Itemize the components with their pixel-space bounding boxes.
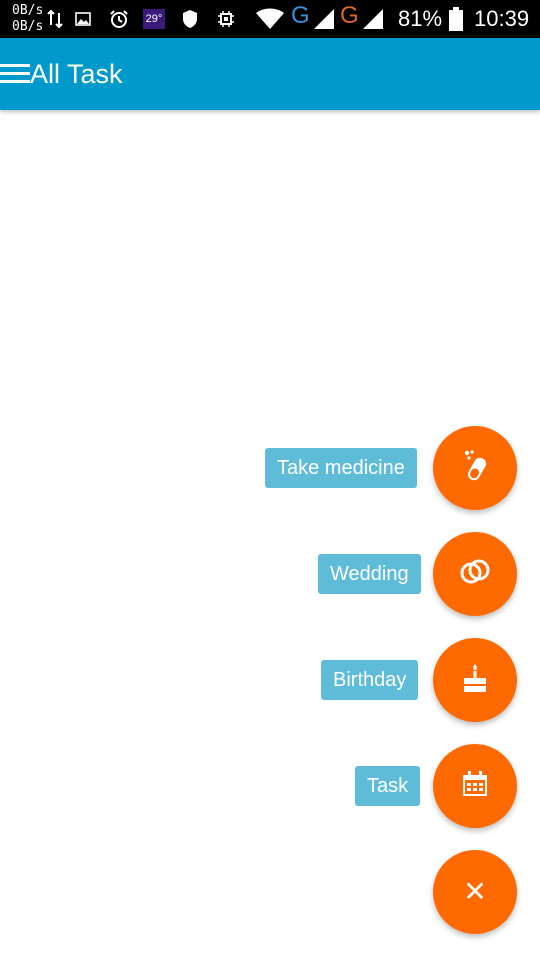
weather-icon: 29° <box>143 9 165 29</box>
task-label[interactable]: Task <box>355 766 421 806</box>
wifi-icon <box>254 7 286 31</box>
clock: 10:39 <box>474 6 530 31</box>
download-speed: 0B/s <box>12 19 44 34</box>
signal-icon <box>312 7 336 31</box>
take-medicine-button[interactable] <box>433 426 517 510</box>
wedding-button[interactable] <box>433 532 517 616</box>
calendar-icon <box>461 770 489 803</box>
network-speed: 0B/s 0B/s <box>12 3 43 35</box>
wedding-label[interactable]: Wedding <box>318 554 421 594</box>
network-type-1: G <box>291 2 310 29</box>
cake-icon <box>461 662 489 699</box>
signal-icon <box>361 7 385 31</box>
upload-speed: 0B/s <box>12 3 44 18</box>
hamburger-menu-icon[interactable] <box>0 60 30 88</box>
medicine-icon <box>461 449 489 488</box>
rings-icon <box>458 557 492 592</box>
birthday-button[interactable] <box>433 638 517 722</box>
app-bar: All Task <box>0 38 540 110</box>
shield-icon <box>180 7 200 31</box>
alarm-icon <box>108 7 130 31</box>
chip-icon <box>216 7 236 31</box>
close-icon: ✕ <box>463 875 487 908</box>
task-button[interactable] <box>433 744 517 828</box>
take-medicine-label[interactable]: Take medicine <box>265 448 417 488</box>
image-icon <box>74 7 92 31</box>
page-title: All Task <box>30 59 123 89</box>
network-type-2: G <box>340 2 359 29</box>
data-transfer-icon <box>46 7 64 31</box>
close-fab-button[interactable]: ✕ <box>433 850 517 934</box>
birthday-label[interactable]: Birthday <box>321 660 419 700</box>
status-bar: 0B/s 0B/s 29° G G 81% 10:39 <box>0 0 540 38</box>
battery-icon <box>447 7 465 31</box>
battery-percent: 81% <box>398 6 443 31</box>
